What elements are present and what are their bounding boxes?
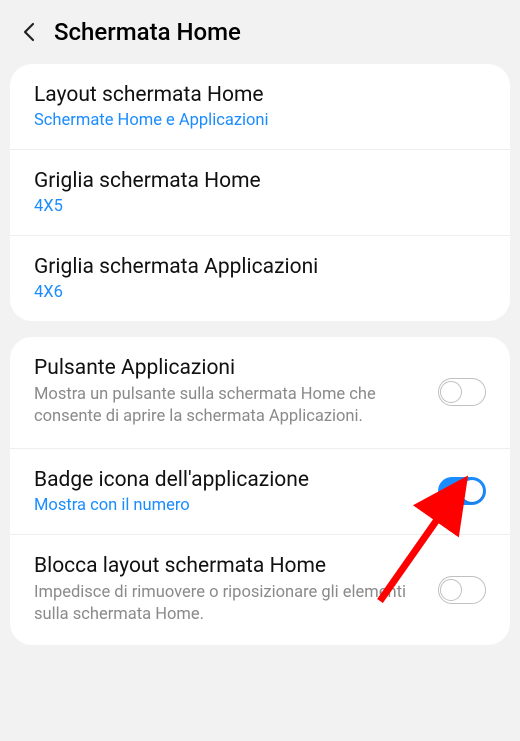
- row-blocca-layout[interactable]: Blocca layout schermata Home Impedisce d…: [10, 535, 510, 646]
- row-griglia-applicazioni[interactable]: Griglia schermata Applicazioni 4X6: [10, 236, 510, 321]
- settings-card-2: Pulsante Applicazioni Mostra un pulsante…: [10, 337, 510, 645]
- toggle-knob: [440, 579, 462, 601]
- row-subtitle: Mostra con il numero: [34, 496, 422, 515]
- row-description: Mostra un pulsante sulla schermata Home …: [34, 384, 422, 429]
- toggle-knob: [440, 381, 462, 403]
- back-icon[interactable]: [22, 20, 36, 44]
- row-text: Blocca layout schermata Home Impedisce d…: [34, 554, 422, 627]
- row-subtitle: Schermate Home e Applicazioni: [34, 111, 486, 130]
- row-title: Badge icona dell'applicazione: [34, 468, 422, 492]
- row-title: Griglia schermata Home: [34, 169, 486, 193]
- row-badge-icona[interactable]: Badge icona dell'applicazione Mostra con…: [10, 449, 510, 535]
- row-text: Pulsante Applicazioni Mostra un pulsante…: [34, 356, 422, 429]
- row-griglia-home[interactable]: Griglia schermata Home 4X5: [10, 150, 510, 236]
- row-description: Impedisce di rimuovere o riposizionare g…: [34, 582, 422, 627]
- row-subtitle: 4X5: [34, 197, 486, 216]
- row-layout-home[interactable]: Layout schermata Home Schermate Home e A…: [10, 64, 510, 150]
- page-title: Schermata Home: [54, 18, 241, 46]
- row-pulsante-applicazioni[interactable]: Pulsante Applicazioni Mostra un pulsante…: [10, 337, 510, 449]
- toggle-blocca-layout[interactable]: [438, 576, 486, 604]
- settings-card-1: Layout schermata Home Schermate Home e A…: [10, 64, 510, 321]
- row-title: Pulsante Applicazioni: [34, 356, 422, 380]
- row-title: Blocca layout schermata Home: [34, 554, 422, 578]
- row-title: Griglia schermata Applicazioni: [34, 255, 486, 279]
- toggle-badge-icona[interactable]: [438, 477, 486, 505]
- row-subtitle: 4X6: [34, 283, 486, 302]
- header: Schermata Home: [0, 0, 520, 64]
- row-title: Layout schermata Home: [34, 83, 486, 107]
- toggle-pulsante-applicazioni[interactable]: [438, 378, 486, 406]
- row-text: Badge icona dell'applicazione Mostra con…: [34, 468, 422, 515]
- toggle-knob: [461, 480, 483, 502]
